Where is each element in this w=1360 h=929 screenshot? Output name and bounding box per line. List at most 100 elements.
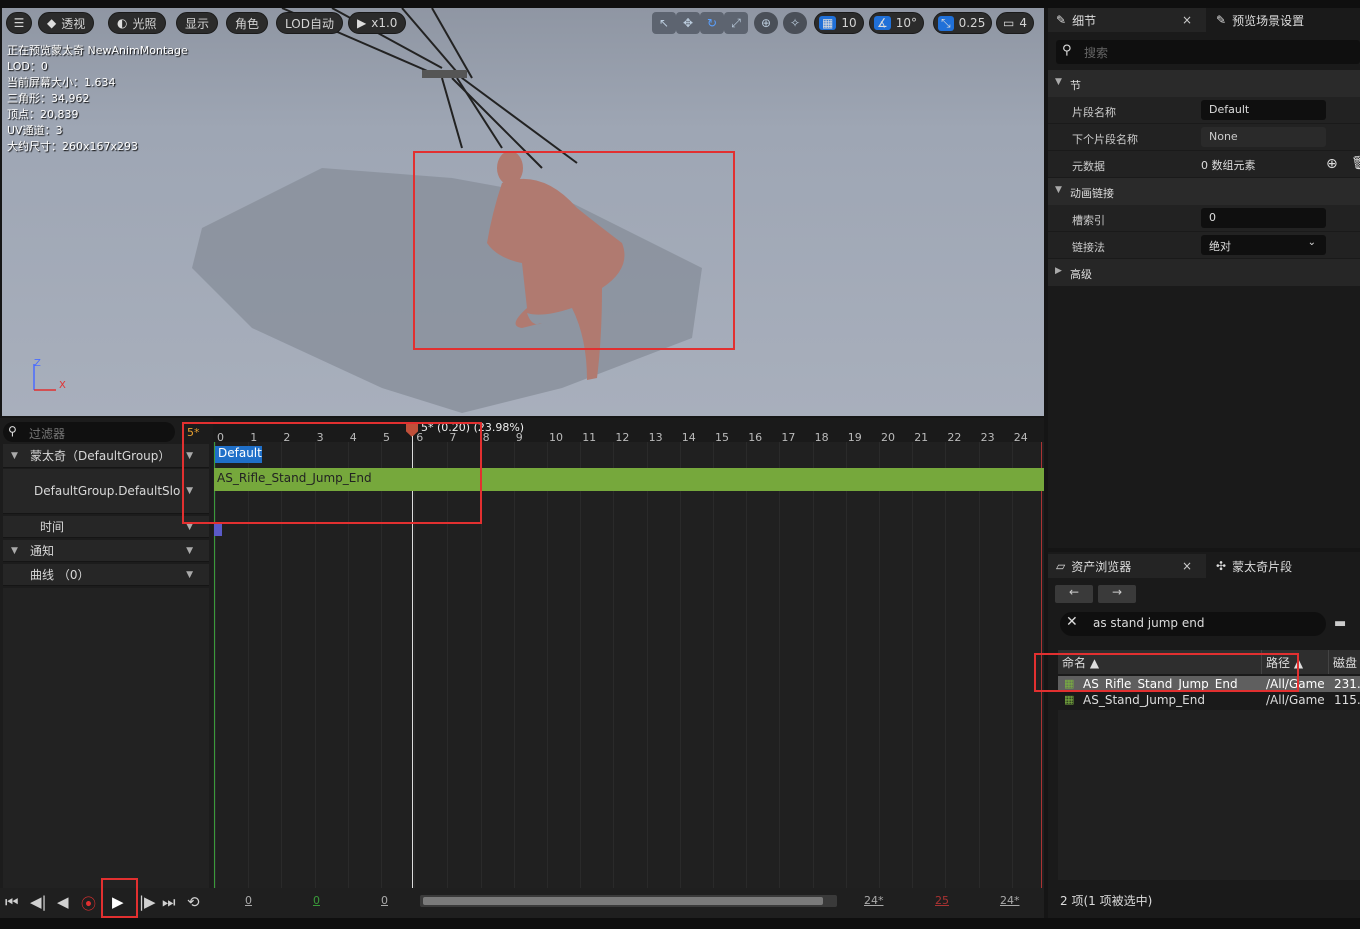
skip-to-end-icon[interactable]: ⏭ bbox=[162, 893, 176, 911]
grid-line bbox=[945, 442, 947, 888]
forward-button[interactable]: → bbox=[1098, 585, 1136, 603]
snap-icon: ✧ bbox=[789, 16, 801, 30]
clear-search-icon[interactable]: ✕ bbox=[1066, 614, 1078, 630]
ruler-tick-label: 20 bbox=[881, 431, 895, 444]
show-button[interactable]: 显示 bbox=[176, 12, 219, 34]
grid-line bbox=[845, 442, 847, 888]
curves-track[interactable]: 曲线 （0） ▼ bbox=[3, 564, 209, 586]
grid-snap-button[interactable]: ▦ 10 bbox=[814, 12, 864, 34]
ruler-tick-label: 12 bbox=[615, 431, 630, 444]
filter-input[interactable]: ⚲ 过滤器 bbox=[3, 422, 175, 442]
grid-line bbox=[713, 442, 714, 888]
folder-view-icon[interactable]: ▬ bbox=[1334, 616, 1346, 631]
play-reverse-icon[interactable]: ◀ bbox=[57, 893, 69, 911]
notify-track[interactable]: ▼ 通知 ▼ bbox=[3, 540, 209, 562]
timeline-scrollbar[interactable] bbox=[420, 895, 837, 907]
collapse-arrow-icon: ▼ bbox=[1055, 185, 1062, 195]
translate-mode-button[interactable]: ✥ bbox=[676, 12, 700, 34]
col-disk-header[interactable]: 磁盘 bbox=[1333, 654, 1357, 671]
screen-size-stat: 当前屏幕大小：1.634 bbox=[7, 76, 116, 89]
cursor-icon: ↖ bbox=[658, 16, 670, 30]
work-start-value[interactable]: 0 bbox=[313, 894, 320, 907]
dropdown-arrow-icon[interactable]: ▼ bbox=[186, 546, 193, 556]
light-icon: ◐ bbox=[117, 16, 128, 30]
camera-speed-button[interactable]: ▭ 4 bbox=[996, 12, 1034, 34]
animation-asset-icon: ▦ bbox=[1064, 693, 1075, 706]
slot-index-field[interactable]: 0 bbox=[1201, 208, 1326, 228]
size-stat: 大约尺寸：260x167x293 bbox=[7, 140, 139, 153]
scrollbar-thumb[interactable] bbox=[423, 897, 823, 905]
scale-snap-button[interactable]: ⤡ 0.25 bbox=[933, 12, 993, 34]
angle-snap-button[interactable]: ∡ 10° bbox=[869, 12, 925, 34]
ruler-tick-label: 15 bbox=[715, 431, 729, 444]
category-section[interactable]: ▼ 节 bbox=[1048, 70, 1360, 97]
montage-track[interactable]: ▼ 蒙太奇（DefaultGroup） ▼ bbox=[3, 444, 209, 468]
loop-icon[interactable]: ⟲ bbox=[187, 893, 200, 911]
playback-end-value[interactable]: 24* bbox=[864, 894, 884, 907]
back-button[interactable]: ← bbox=[1055, 585, 1093, 603]
character-button[interactable]: 角色 bbox=[226, 12, 269, 34]
surface-snap-button[interactable]: ✧ bbox=[783, 12, 807, 34]
montage-timeline[interactable]: ⚲ 过滤器 5* 0 1 2 3 4 5 6 7 8 9 10 11 12 13 14 15 16 17 18 19 2… bbox=[0, 418, 1044, 888]
playback-speed-button[interactable]: ▶ x1.0 bbox=[348, 12, 407, 34]
close-icon[interactable]: × bbox=[1182, 559, 1192, 573]
folder-icon: ▱ bbox=[1056, 559, 1066, 573]
playback-start-value[interactable]: 0 bbox=[381, 894, 388, 907]
lod-button[interactable]: LOD自动 bbox=[276, 12, 343, 34]
view-start-value[interactable]: 0 bbox=[245, 894, 252, 907]
link-method-dropdown[interactable]: 绝对 ⌄ bbox=[1201, 235, 1326, 255]
time-track[interactable]: 时间 ▼ bbox=[3, 516, 209, 538]
viewport[interactable]: ☰ ◆ 透视 ◐ 光照 显示 角色 LOD自动 ▶ x1.0 ↖ ✥ ↻ ⤢ ⊕ ✧ … bbox=[2, 8, 1044, 416]
view-end-value[interactable]: 24* bbox=[1000, 894, 1020, 907]
scale-icon: ⤢ bbox=[731, 15, 741, 30]
row-link-method: 链接法 绝对 ⌄ bbox=[1048, 232, 1360, 259]
grid-icon: ▦ bbox=[819, 16, 837, 30]
section-name-field[interactable]: Default bbox=[1201, 100, 1326, 120]
time-marker[interactable] bbox=[214, 522, 222, 536]
slot-track[interactable]: DefaultGroup.DefaultSlo ▼ bbox=[3, 469, 209, 514]
category-anim-link[interactable]: ▼ 动画链接 bbox=[1048, 178, 1360, 205]
step-back-icon[interactable]: ◀| bbox=[30, 893, 47, 911]
tab-preview-scene[interactable]: ✎ 预览场景设置 bbox=[1208, 8, 1360, 32]
play-highlight-box bbox=[101, 878, 138, 918]
perspective-button[interactable]: ◆ 透视 bbox=[38, 12, 95, 34]
play-icon: ▶ bbox=[357, 16, 367, 30]
tab-montage-sections[interactable]: ✣ 蒙太奇片段 bbox=[1208, 554, 1360, 578]
record-icon[interactable]: ⦿ bbox=[81, 893, 96, 914]
menu-button[interactable]: ☰ bbox=[6, 12, 32, 34]
tab-details[interactable]: ✎ 细节 × bbox=[1048, 8, 1206, 32]
ruler-tick-label: 10 bbox=[549, 431, 563, 444]
world-local-button[interactable]: ⊕ bbox=[754, 12, 778, 34]
vertices-stat: 顶点：20,839 bbox=[7, 108, 79, 121]
lighting-button[interactable]: ◐ 光照 bbox=[108, 12, 166, 34]
collapse-arrow-icon[interactable]: ▼ bbox=[11, 546, 18, 556]
next-section-dropdown[interactable]: None bbox=[1201, 127, 1326, 147]
pencil-icon: ✎ bbox=[1056, 13, 1067, 27]
grid-line bbox=[580, 442, 582, 888]
scale-mode-button[interactable]: ⤢ bbox=[724, 12, 748, 34]
dropdown-arrow-icon[interactable]: ▼ bbox=[186, 570, 193, 580]
asset-search-input[interactable]: ✕ as stand jump end bbox=[1060, 612, 1326, 636]
category-advanced[interactable]: ▶ 高级 bbox=[1048, 259, 1360, 286]
add-element-icon[interactable]: ⊕ bbox=[1326, 156, 1338, 172]
grid-line bbox=[812, 442, 814, 888]
work-end-value[interactable]: 25 bbox=[935, 894, 949, 907]
skip-to-start-icon[interactable]: ⏮ bbox=[5, 893, 19, 911]
collapse-arrow-icon[interactable]: ▼ bbox=[11, 451, 18, 461]
close-icon[interactable]: × bbox=[1182, 13, 1192, 27]
angle-icon: ∡ bbox=[874, 16, 891, 30]
ruler-tick-label: 18 bbox=[814, 431, 829, 444]
tab-asset-browser[interactable]: ▱ 资产浏览器 × bbox=[1048, 554, 1206, 578]
asset-row[interactable]: ▦ AS_Stand_Jump_End /All/Game 115.7 bbox=[1058, 692, 1360, 708]
step-forward-icon[interactable]: |▶ bbox=[139, 893, 156, 911]
grid-line bbox=[1011, 442, 1013, 888]
collapse-arrow-icon: ▼ bbox=[1055, 77, 1062, 87]
axis-x-label: X bbox=[59, 380, 66, 391]
row-section-name: 片段名称 Default bbox=[1048, 97, 1360, 124]
details-search-input[interactable]: ⚲ 搜索 bbox=[1056, 40, 1360, 64]
select-mode-button[interactable]: ↖ bbox=[652, 12, 676, 34]
camera-icon: ▭ bbox=[1003, 16, 1015, 30]
grid-line bbox=[646, 442, 648, 888]
rotate-mode-button[interactable]: ↻ bbox=[700, 12, 724, 34]
trash-icon[interactable]: 🗑 bbox=[1351, 156, 1360, 171]
